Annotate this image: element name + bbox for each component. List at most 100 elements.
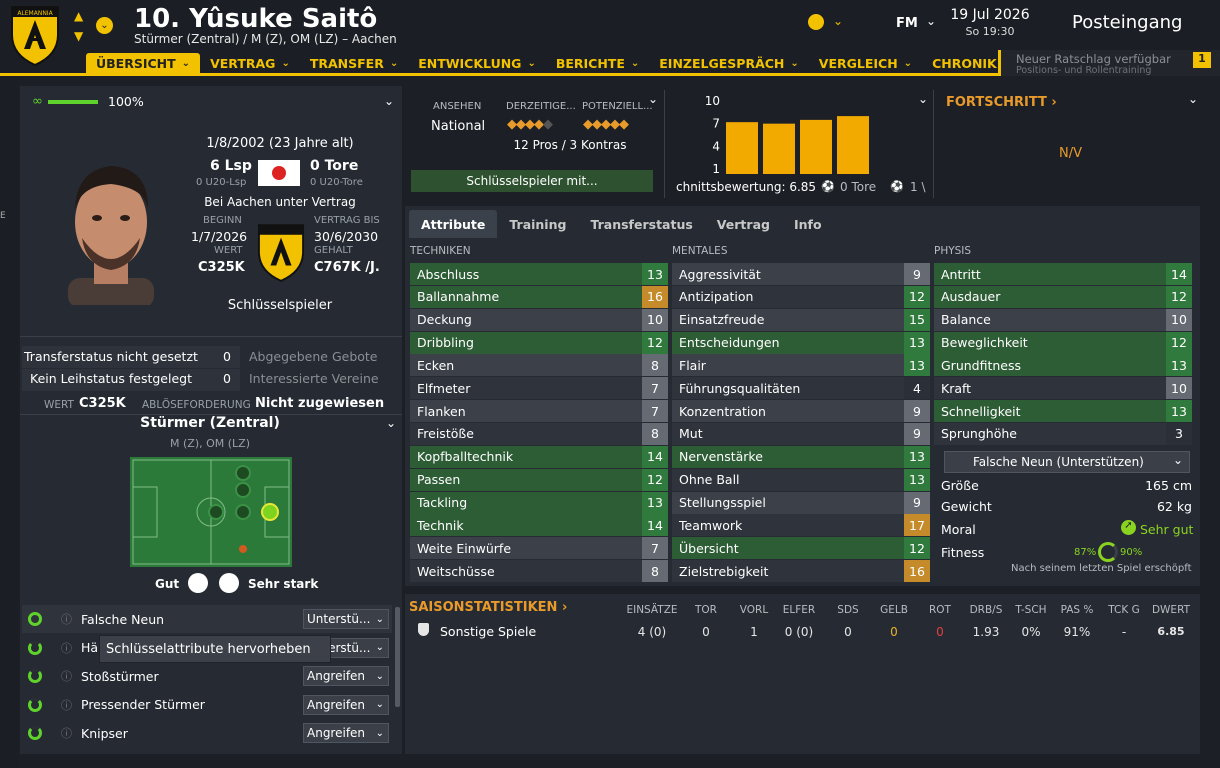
fm-chevron-icon[interactable]: ⌄: [926, 14, 936, 28]
role-list-scrollbar[interactable]: [395, 607, 400, 707]
current-ability-stars: ◆◆◆◆◆: [507, 117, 553, 132]
duty-dropdown[interactable]: Angreifen ⌄: [303, 666, 389, 687]
attribute-row[interactable]: Tackling 13: [410, 491, 668, 514]
role-row[interactable]: ⓘ Knipser Angreifen ⌄: [20, 719, 390, 747]
attribute-row[interactable]: Zielstrebigkeit 16: [672, 560, 930, 583]
attribute-value: 7: [642, 377, 668, 400]
info-icon[interactable]: ⓘ: [61, 725, 72, 741]
attribute-row[interactable]: Flair 13: [672, 354, 930, 377]
morale-label: Moral: [941, 522, 976, 537]
attribute-name: Ohne Ball: [672, 468, 904, 491]
duty-dropdown[interactable]: Unterstü... ⌄: [303, 609, 389, 629]
chart-bar[interactable]: [837, 116, 869, 174]
attribute-row[interactable]: Schnelligkeit 13: [934, 400, 1192, 423]
club-crest-logo[interactable]: ALEMANNIA: [10, 5, 60, 67]
tab-0[interactable]: Attribute: [409, 210, 498, 238]
chart-bar[interactable]: [800, 119, 832, 174]
attribute-row[interactable]: Entscheidungen 13: [672, 331, 930, 354]
tab-3[interactable]: Vertrag: [705, 210, 782, 238]
attribute-name: Sprunghöhe: [934, 422, 1166, 445]
japan-flag-icon[interactable]: [258, 160, 300, 186]
attribute-row[interactable]: Weite Einwürfe 7: [410, 537, 668, 560]
attribute-row[interactable]: Technik 14: [410, 514, 668, 537]
attribute-row[interactable]: Führungsqualitäten 4: [672, 377, 930, 400]
menu-tab-2[interactable]: TRANSFER ⌄: [300, 53, 408, 73]
attribute-row[interactable]: Antritt 14: [934, 263, 1192, 285]
info-icon[interactable]: ⓘ: [61, 697, 72, 713]
menu-tab-6[interactable]: VERGLEICH ⌄: [809, 53, 922, 73]
attribute-row[interactable]: Ohne Ball 13: [672, 468, 930, 491]
attribute-row[interactable]: Deckung 10: [410, 308, 668, 331]
attribute-row[interactable]: Balance 10: [934, 308, 1192, 331]
role-select-dropdown[interactable]: Falsche Neun (Unterstützen) ⌄: [944, 451, 1190, 473]
info-icon[interactable]: ⓘ: [61, 668, 72, 684]
chart-bar[interactable]: [726, 122, 758, 174]
inbox-button[interactable]: Posteingang: [1072, 12, 1182, 33]
info-icon[interactable]: ⓘ: [61, 640, 72, 656]
position-pitch-diagram[interactable]: [130, 457, 292, 567]
player-menu-chevron-icon[interactable]: ⌄: [96, 17, 113, 34]
role-row[interactable]: ⓘ Stoßstürmer Angreifen ⌄: [20, 662, 390, 690]
advice-notice[interactable]: Neuer Ratschlag verfügbar Positions- und…: [998, 50, 1220, 76]
attribute-row[interactable]: Beweglichkeit 12: [934, 331, 1192, 354]
season-stats-title[interactable]: SAISONSTATISTIKEN ›: [409, 600, 567, 615]
attribute-row[interactable]: Kopfballtechnik 14: [410, 445, 668, 468]
duty-dropdown[interactable]: Angreifen ⌄: [303, 694, 389, 715]
attribute-row[interactable]: Nervenstärke 13: [672, 445, 930, 468]
position-chevron-icon[interactable]: ⌄: [386, 416, 396, 430]
menu-tab-0[interactable]: ÜBERSICHT ⌄: [86, 53, 201, 73]
tab-2[interactable]: Transferstatus: [578, 210, 704, 238]
ability-chevron-icon[interactable]: ⌄: [648, 92, 658, 106]
attribute-row[interactable]: Antizipation 12: [672, 285, 930, 308]
menu-tab-4[interactable]: BERICHTE ⌄: [546, 53, 649, 73]
attribute-row[interactable]: Kraft 10: [934, 377, 1192, 400]
chart-options-chevron-icon[interactable]: ⌄: [918, 92, 928, 106]
attribute-row[interactable]: Mut 9: [672, 422, 930, 445]
attribute-row[interactable]: Ausdauer 12: [934, 285, 1192, 308]
prev-player-icon[interactable]: ▲: [74, 10, 83, 22]
attribute-row[interactable]: Abschluss 13: [410, 263, 668, 285]
attribute-row[interactable]: Weitschüsse 8: [410, 560, 668, 583]
position-title: Stürmer (Zentral): [140, 415, 280, 431]
info-icon[interactable]: ⓘ: [61, 611, 72, 627]
menu-tab-1[interactable]: VERTRAG ⌄: [200, 53, 300, 73]
progress-chevron-icon[interactable]: ⌄: [1188, 92, 1198, 106]
attribute-row[interactable]: Flanken 7: [410, 400, 668, 423]
attribute-row[interactable]: Elfmeter 7: [410, 377, 668, 400]
current-ability-header: DERZEITIGE...: [506, 101, 576, 112]
attribute-row[interactable]: Ecken 8: [410, 354, 668, 377]
left-sidebar-strip[interactable]: E: [0, 76, 18, 768]
attribute-row[interactable]: Grundfitness 13: [934, 354, 1192, 377]
duty-dropdown[interactable]: Angreifen ⌄: [303, 723, 389, 744]
next-player-icon[interactable]: ▼: [74, 30, 83, 42]
role-row[interactable]: ⓘ Falsche Neun Unterstü... ⌄: [20, 605, 390, 633]
attribute-row[interactable]: Freistöße 8: [410, 422, 668, 445]
attribute-row[interactable]: Ballannahme 16: [410, 285, 668, 308]
attribute-value: 9: [904, 422, 930, 445]
tab-4[interactable]: Info: [782, 210, 834, 238]
fm-menu-label[interactable]: FM: [896, 16, 918, 31]
attribute-row[interactable]: Teamwork 17: [672, 514, 930, 537]
key-player-button[interactable]: Schlüsselspieler mit...: [411, 170, 653, 192]
attribute-row[interactable]: Stellungsspiel 9: [672, 491, 930, 514]
attribute-row[interactable]: Einsatzfreude 15: [672, 308, 930, 331]
role-row[interactable]: ⓘ Pressender Stürmer Angreifen ⌄: [20, 691, 390, 719]
attribute-row[interactable]: Dribbling 12: [410, 331, 668, 354]
profile-options-chevron-icon[interactable]: ⌄: [384, 94, 394, 108]
chart-bar[interactable]: [763, 123, 795, 174]
attribute-value: 8: [642, 354, 668, 377]
progress-title[interactable]: FORTSCHRITT ›: [946, 95, 1057, 110]
status-chevron-icon[interactable]: ⌄: [833, 14, 843, 28]
stat-header[interactable]: EINSÄTZE: [622, 604, 682, 616]
status-ball-icon[interactable]: [808, 14, 824, 30]
attribute-row[interactable]: Konzentration 9: [672, 400, 930, 423]
attribute-row[interactable]: Übersicht 12: [672, 537, 930, 560]
menu-tab-3[interactable]: ENTWICKLUNG ⌄: [408, 53, 546, 73]
tab-1[interactable]: Training: [497, 210, 578, 238]
stat-header[interactable]: DWERT: [1141, 604, 1201, 616]
attribute-row[interactable]: Aggressivität 9: [672, 263, 930, 285]
attribute-row[interactable]: Sprunghöhe 3: [934, 422, 1192, 445]
attribute-row[interactable]: Passen 12: [410, 468, 668, 491]
chevron-down-icon: ⌄: [527, 57, 536, 69]
menu-tab-5[interactable]: EINZELGESPRÄCH ⌄: [649, 53, 809, 73]
